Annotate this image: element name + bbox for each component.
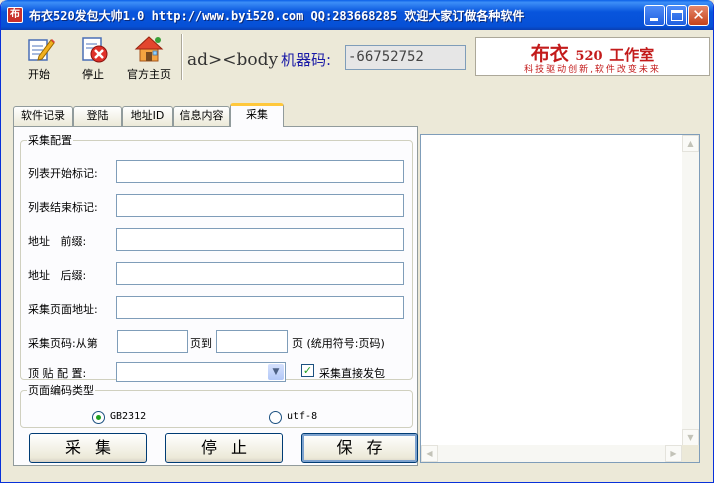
utf8-radio[interactable] [269, 411, 282, 424]
page-to-label: 页到 [190, 337, 212, 350]
tab-collect[interactable]: 采集 [230, 103, 284, 127]
address-suffix-label: 地址 后缀: [28, 269, 87, 282]
collect-config-legend: 采集配置 [28, 134, 72, 147]
home-icon [134, 36, 164, 62]
scroll-left-icon[interactable]: ◀ [421, 445, 438, 462]
start-button[interactable]: 开始 [11, 32, 67, 84]
close-icon: ✕ [692, 6, 705, 24]
tab-login[interactable]: 登陆 [73, 106, 122, 126]
close-button[interactable]: ✕ [688, 5, 709, 26]
vertical-scrollbar[interactable]: ▲ ▼ [682, 135, 699, 446]
list-end-label: 列表结束标记: [28, 201, 98, 214]
homepage-label: 官方主页 [127, 68, 171, 81]
tab-software-log[interactable]: 软件记录 [13, 106, 73, 126]
toolbar: 开始 停止 官方主页 ad><body 机器码: -66752752 布衣 52… [1, 30, 713, 88]
tab-address-id[interactable]: 地址ID [122, 106, 173, 126]
gb2312-label[interactable]: GB2312 [110, 411, 146, 422]
direct-post-label[interactable]: 采集直接发包 [319, 365, 385, 381]
scrollbar-corner [682, 445, 699, 462]
maximize-icon [671, 10, 683, 21]
page-hint-label: 页 (统用符号:页码) [292, 337, 385, 350]
utf8-label[interactable]: utf-8 [287, 411, 317, 422]
stop-label: 停止 [82, 68, 104, 81]
chevron-down-icon[interactable]: ▼ [268, 364, 284, 380]
scroll-up-icon[interactable]: ▲ [682, 135, 699, 152]
address-prefix-label: 地址 前缀: [28, 235, 87, 248]
post-config-dropdown[interactable]: ▼ [116, 362, 286, 382]
page-code-label: 采集页码:从第 [28, 337, 98, 350]
start-label: 开始 [28, 68, 50, 81]
brand-banner: 布衣 520 工作室 科技驱动创新,软件改变未来 [475, 37, 710, 76]
address-suffix-input[interactable] [116, 262, 404, 285]
maximize-button[interactable] [666, 5, 687, 26]
app-icon[interactable]: 布 [7, 7, 23, 23]
scroll-down-icon[interactable]: ▼ [682, 429, 699, 446]
stop-collect-button[interactable]: 停止 [165, 433, 283, 463]
gb2312-radio[interactable] [92, 411, 105, 424]
stop-document-icon [82, 37, 108, 63]
list-start-label: 列表开始标记: [28, 167, 98, 180]
collect-config-group: 采集配置 列表开始标记: 列表结束标记: 地址 前缀: 地址 后缀: 采集页面地… [20, 132, 413, 382]
scroll-right-icon[interactable]: ▶ [665, 445, 682, 462]
collect-button[interactable]: 采集 [29, 433, 147, 463]
encoding-group: 页面编码类型 GB2312 utf-8 [20, 382, 413, 428]
homepage-button[interactable]: 官方主页 [119, 32, 179, 84]
app-window: 布 布衣520发包大帅1.0 http://www.byi520.com QQ:… [0, 0, 714, 483]
page-to-input[interactable] [216, 330, 288, 353]
post-config-label: 顶 贴 配 置: [28, 367, 87, 380]
minimize-button[interactable] [644, 5, 665, 26]
minimize-icon [650, 18, 658, 21]
toolbar-separator [181, 34, 183, 80]
list-start-input[interactable] [116, 160, 404, 183]
page-from-input[interactable] [117, 330, 188, 353]
brand-slogan: 科技驱动创新,软件改变未来 [524, 65, 661, 75]
page-address-input[interactable] [116, 296, 404, 319]
address-prefix-input[interactable] [116, 228, 404, 251]
stop-button[interactable]: 停止 [65, 32, 121, 84]
encoding-legend: 页面编码类型 [28, 384, 94, 397]
tab-info-content[interactable]: 信息内容 [173, 106, 230, 126]
log-output-pane[interactable]: ▲ ▼ ◀ ▶ [420, 134, 700, 463]
save-button[interactable]: 保存 [301, 433, 418, 463]
code-snippet-text: ad><body [187, 50, 279, 70]
machine-code-label: 机器码: [281, 51, 332, 69]
horizontal-scrollbar[interactable]: ◀ ▶ [421, 445, 682, 462]
direct-post-checkbox[interactable]: ✓ [301, 364, 314, 377]
list-end-input[interactable] [116, 194, 404, 217]
window-title: 布衣520发包大帅1.0 http://www.byi520.com QQ:28… [29, 9, 525, 23]
page-address-label: 采集页面地址: [28, 303, 98, 316]
edit-pencil-icon [28, 39, 55, 61]
title-bar[interactable]: 布 布衣520发包大帅1.0 http://www.byi520.com QQ:… [1, 0, 713, 30]
machine-code-field[interactable]: -66752752 [345, 45, 466, 70]
collect-tab-panel: 采集配置 列表开始标记: 列表结束标记: 地址 前缀: 地址 后缀: 采集页面地… [13, 126, 418, 466]
